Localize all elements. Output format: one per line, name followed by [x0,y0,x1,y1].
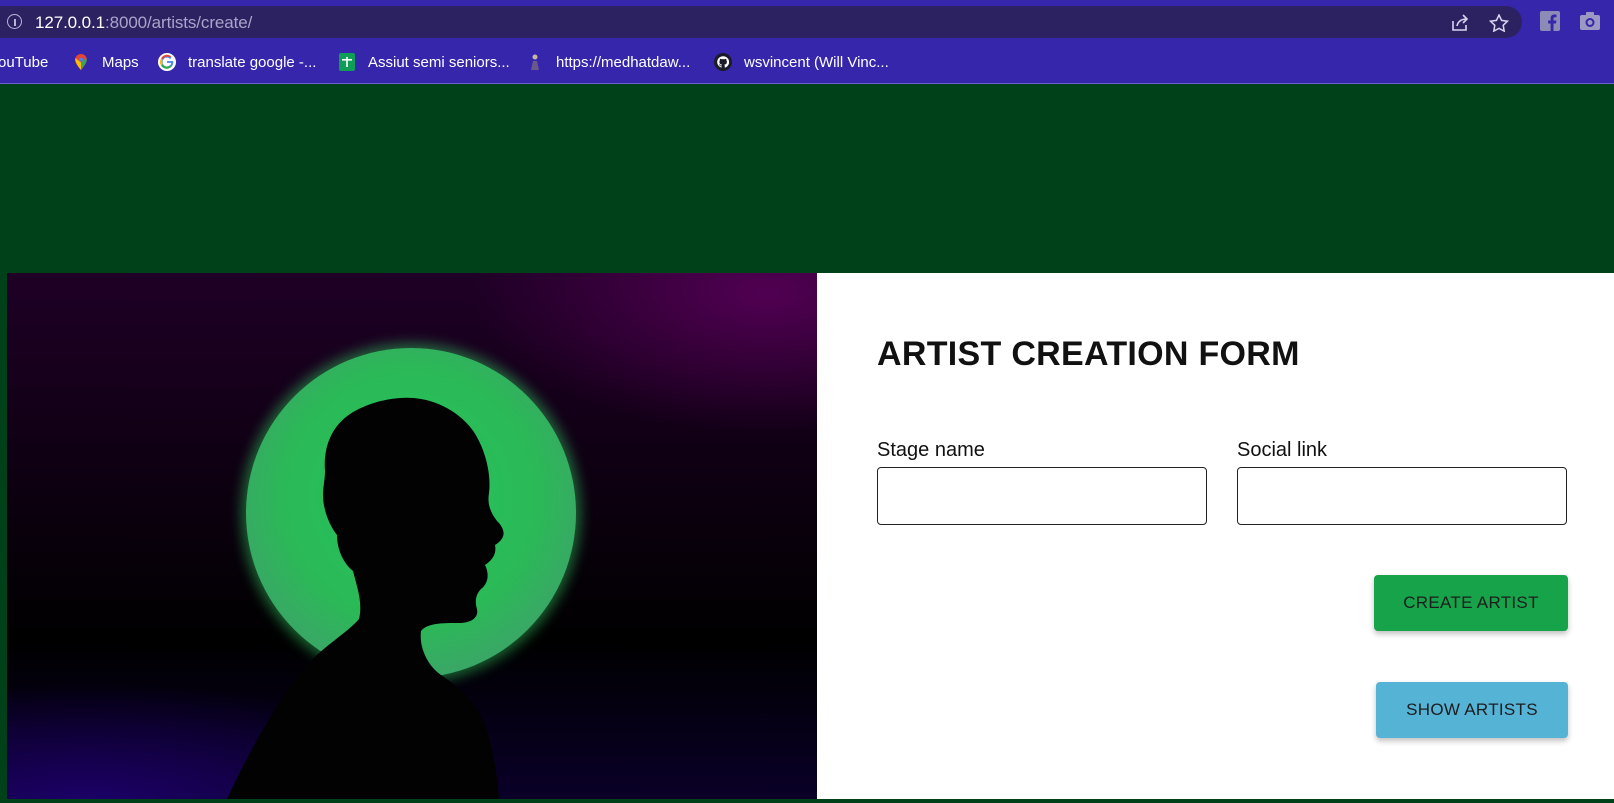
bookmark-label: wsvincent (Will Vinc... [744,53,889,71]
bookmark-label: Maps [102,53,139,71]
maps-pin-icon [75,54,87,70]
bookmark-label: https://medhatdaw... [556,53,691,71]
google-icon [158,53,176,71]
github-icon [714,53,732,71]
social-link-input[interactable] [1237,467,1567,525]
url-text[interactable]: 127.0.0.1:8000/artists/create/ [35,13,252,33]
create-artist-button[interactable]: CREATE ARTIST [1374,575,1568,631]
bookmark-wsvincent[interactable]: wsvincent (Will Vinc... [714,48,889,76]
bookmarks-bar: ouTube Maps translate google -... Assiut… [0,48,1614,76]
form-title: ARTIST CREATION FORM [877,335,1300,373]
info-icon[interactable] [7,14,22,29]
site-icon [531,54,539,70]
bookmark-label: ouTube [0,53,49,71]
bookmark-label: Assiut semi seniors... [368,53,510,71]
bookmark-assiut[interactable]: Assiut semi seniors... [338,48,510,76]
social-link-label: Social link [1237,439,1328,461]
address-bar[interactable]: 127.0.0.1:8000/artists/create/ [0,6,1522,38]
bookmark-star-icon[interactable] [1489,14,1509,32]
artist-silhouette-image [7,273,817,799]
chrome-divider [0,83,1614,84]
share-icon[interactable] [1450,14,1470,32]
artist-form-panel: ARTIST CREATION FORM Stage name Social l… [817,273,1614,799]
browser-chrome: 127.0.0.1:8000/artists/create/ ouTube Ma… [0,0,1614,84]
bookmark-medhatdaw[interactable]: https://medhatdaw... [526,48,690,76]
facebook-extension-icon[interactable] [1539,10,1561,32]
url-host: 127.0.0.1 [35,13,105,32]
bookmark-youtube[interactable]: ouTube [0,48,48,76]
bookmark-translate[interactable]: translate google -... [158,48,316,76]
url-path: :8000/artists/create/ [105,13,253,32]
bookmark-label: translate google -... [188,53,317,71]
sheets-icon [339,53,355,71]
stage-name-input[interactable] [877,467,1207,525]
bookmark-maps[interactable]: Maps [72,48,139,76]
stage-name-label: Stage name [877,439,985,461]
camera-extension-icon[interactable] [1579,10,1601,32]
show-artists-button[interactable]: SHOW ARTISTS [1376,682,1568,738]
